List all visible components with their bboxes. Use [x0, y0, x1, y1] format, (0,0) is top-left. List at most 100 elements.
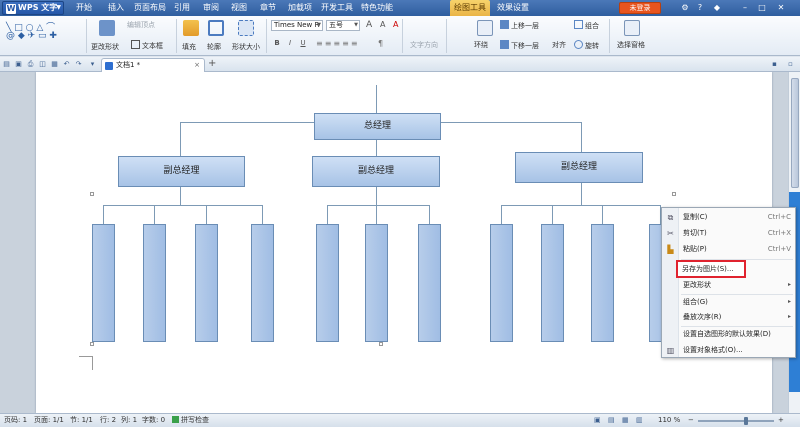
- open-icon[interactable]: ▤: [2, 60, 11, 69]
- deputy-box[interactable]: 副总经理: [118, 156, 245, 187]
- help-icon[interactable]: ?: [695, 3, 705, 13]
- tab-features[interactable]: 特色功能: [358, 0, 396, 16]
- italic-button[interactable]: I: [285, 38, 295, 48]
- tab-review[interactable]: 审阅: [198, 0, 224, 16]
- menu-item-arrange[interactable]: 叠放次序(R) ▸: [662, 310, 795, 324]
- shape-gallery[interactable]: ╲ □ ○ △ ⌒ @ ◆ ✈ ▭ ✚: [4, 20, 70, 50]
- new-tab-icon[interactable]: +: [208, 58, 216, 70]
- align-buttons-icon[interactable]: ≡≡≡≡≡: [316, 39, 360, 48]
- staff-box[interactable]: [316, 224, 339, 342]
- tab-addins[interactable]: 加载项: [284, 0, 316, 16]
- close-tab-icon[interactable]: ×: [194, 59, 200, 71]
- menu-item-copy[interactable]: ⧉ 复制(C) Ctrl+C: [662, 210, 795, 224]
- shrink-font-icon[interactable]: A: [380, 20, 385, 29]
- outline-icon[interactable]: [208, 20, 224, 36]
- view-web-icon[interactable]: ▦: [622, 414, 629, 427]
- login-button[interactable]: 未登录: [619, 2, 661, 14]
- change-shape-button[interactable]: 更改形状: [91, 42, 119, 52]
- restore-icon[interactable]: ▫: [786, 60, 795, 69]
- view-read-icon[interactable]: ▥: [636, 414, 643, 427]
- staff-box[interactable]: [195, 224, 218, 342]
- settings-icon[interactable]: ⚙: [680, 3, 690, 13]
- save-icon[interactable]: ▣: [14, 60, 23, 69]
- tab-references[interactable]: 引用: [169, 0, 195, 16]
- text-direction-button[interactable]: 文字方向: [410, 40, 438, 50]
- selection-pane-icon[interactable]: [624, 20, 640, 36]
- tab-page-layout[interactable]: 页面布局: [134, 0, 166, 16]
- fill-button[interactable]: 填充: [182, 42, 196, 52]
- selection-handle[interactable]: [379, 342, 383, 346]
- wrap-icon[interactable]: [477, 20, 493, 36]
- paragraph-icon[interactable]: ¶: [378, 39, 383, 48]
- staff-box[interactable]: [143, 224, 166, 342]
- maximize-icon[interactable]: □: [757, 3, 767, 13]
- tab-view[interactable]: 视图: [226, 0, 252, 16]
- skin-icon[interactable]: ◆: [712, 3, 722, 13]
- tab-insert[interactable]: 插入: [102, 0, 130, 16]
- font-size-select[interactable]: 五号 ▼: [326, 20, 360, 31]
- staff-box[interactable]: [591, 224, 614, 342]
- rotate-button[interactable]: 旋转: [574, 40, 599, 51]
- document-tab[interactable]: 文档1 * ×: [101, 58, 205, 72]
- menu-item-format-object[interactable]: ▥ 设置对象格式(O)...: [662, 343, 795, 357]
- menu-item-cut[interactable]: ✂ 剪切(T) Ctrl+X: [662, 226, 795, 240]
- selection-handle[interactable]: [90, 342, 94, 346]
- ceo-box[interactable]: 总经理: [314, 113, 441, 140]
- bold-button[interactable]: B: [272, 38, 282, 48]
- underline-button[interactable]: U: [298, 38, 308, 48]
- print-preview-icon[interactable]: ◫: [38, 60, 47, 69]
- tab-section[interactable]: 章节: [255, 0, 281, 16]
- app-menu-button[interactable]: W WPS 文字 ▼: [2, 1, 64, 15]
- zoom-in-icon[interactable]: +: [778, 414, 784, 427]
- deputy-box[interactable]: 副总经理: [515, 152, 643, 183]
- tab-developer[interactable]: 开发工具: [320, 0, 354, 16]
- tab-effects[interactable]: 效果设置: [494, 0, 532, 16]
- staff-box[interactable]: [541, 224, 564, 342]
- shape-size-icon[interactable]: [238, 20, 254, 36]
- edit-vertex-button[interactable]: 编辑顶点: [127, 20, 155, 30]
- align-button[interactable]: 对齐: [552, 40, 566, 50]
- export-icon[interactable]: ▦: [50, 60, 59, 69]
- change-shape-icon[interactable]: [99, 20, 115, 36]
- send-backward-button[interactable]: 下移一层: [500, 40, 539, 51]
- menu-item-set-default-effect[interactable]: 设置自选图形的默认效果(D): [662, 327, 795, 341]
- scroll-thumb[interactable]: [791, 78, 799, 188]
- staff-box[interactable]: [365, 224, 388, 342]
- menu-item-paste[interactable]: ▙ 粘贴(P) Ctrl+V: [662, 242, 795, 256]
- deputy-box[interactable]: 副总经理: [312, 156, 440, 187]
- undo-icon[interactable]: ↶: [62, 60, 71, 69]
- staff-box[interactable]: [418, 224, 441, 342]
- wrap-button[interactable]: 环绕: [474, 40, 488, 50]
- staff-box[interactable]: [490, 224, 513, 342]
- spell-check-toggle[interactable]: 拼写检查: [172, 414, 209, 427]
- font-name-select[interactable]: Times New R ▼: [271, 20, 323, 31]
- group-button[interactable]: 组合: [574, 20, 599, 31]
- close-icon[interactable]: ✕: [776, 3, 786, 13]
- tab-home[interactable]: 开始: [70, 0, 98, 16]
- menu-item-group[interactable]: 组合(G) ▸: [662, 295, 795, 309]
- bring-forward-button[interactable]: 上移一层: [500, 20, 539, 31]
- redo-icon[interactable]: ↷: [74, 60, 83, 69]
- tab-list-icon[interactable]: ▪: [770, 60, 779, 69]
- tab-drawing-tools[interactable]: 绘图工具: [450, 0, 490, 16]
- view-outline-icon[interactable]: ▤: [608, 414, 615, 427]
- grow-font-icon[interactable]: A: [366, 20, 372, 30]
- zoom-slider-thumb[interactable]: [744, 417, 748, 425]
- text-box-button[interactable]: 文本框: [131, 40, 163, 51]
- font-color-icon[interactable]: A: [393, 20, 398, 29]
- selection-pane-button[interactable]: 选择窗格: [617, 40, 645, 50]
- outline-button[interactable]: 轮廓: [207, 42, 221, 52]
- view-page-icon[interactable]: ▣: [594, 414, 601, 427]
- minimize-icon[interactable]: –: [740, 3, 750, 13]
- staff-box[interactable]: [251, 224, 274, 342]
- selection-handle[interactable]: [672, 192, 676, 196]
- selection-handle[interactable]: [90, 192, 94, 196]
- print-icon[interactable]: ⎙: [26, 60, 35, 69]
- zoom-level[interactable]: 110 %: [658, 414, 680, 427]
- shape-size-button[interactable]: 形状大小: [232, 42, 260, 52]
- zoom-slider[interactable]: [698, 420, 774, 422]
- fill-icon[interactable]: [183, 20, 199, 36]
- menu-item-change-shape[interactable]: 更改形状 ▸: [662, 278, 795, 292]
- staff-box[interactable]: [92, 224, 115, 342]
- chevron-down-icon[interactable]: ▾: [88, 60, 97, 69]
